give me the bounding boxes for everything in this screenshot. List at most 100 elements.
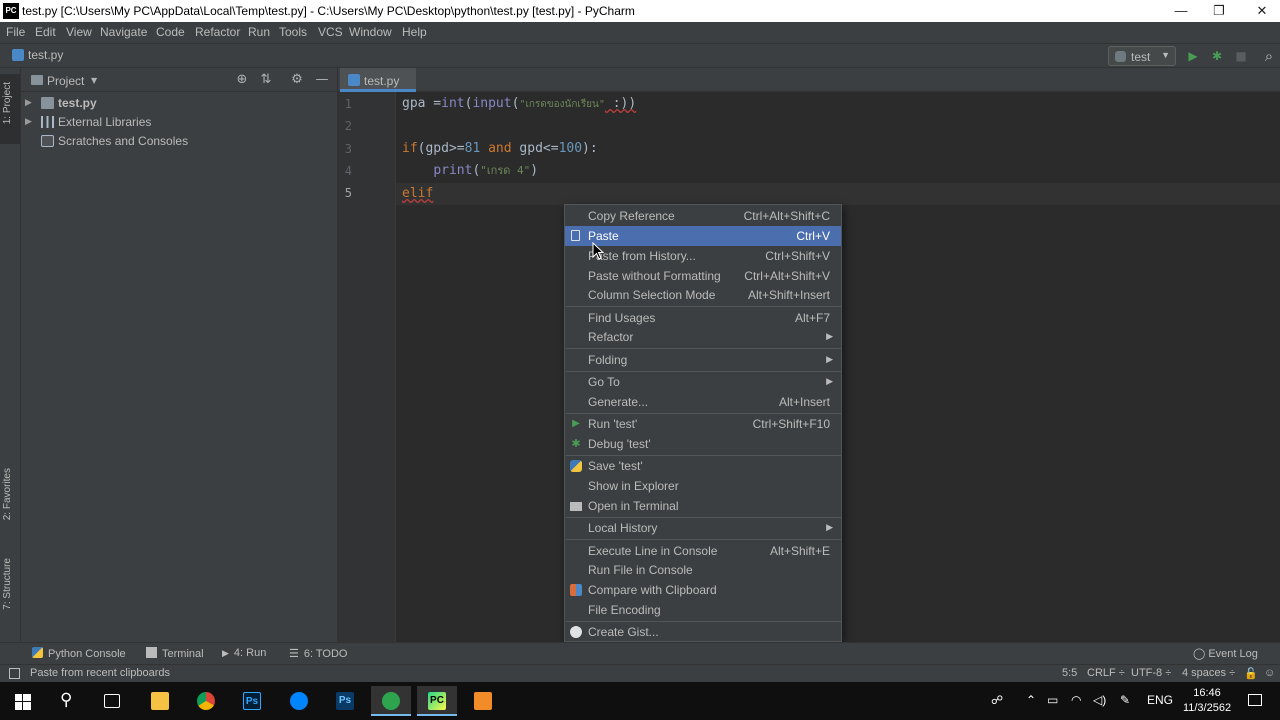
menu-item-local-history[interactable]: Local History ▶	[565, 518, 841, 538]
search-button[interactable]: ⚲	[48, 686, 88, 716]
chevron-down-icon[interactable]: ▼	[91, 76, 97, 85]
network-icon[interactable]: ◠	[1071, 693, 1081, 707]
line-separator-select[interactable]: CRLF ÷	[1087, 667, 1125, 679]
menu-item-run-file-in-console[interactable]: Run File in Console	[565, 560, 841, 580]
inspector-icon[interactable]: ☺	[1264, 667, 1275, 679]
menu-item-show-in-explorer[interactable]: Show in Explorer	[565, 476, 841, 496]
menu-item-paste[interactable]: Paste Ctrl+V	[565, 226, 841, 246]
menu-refactor[interactable]: Refactor	[195, 25, 240, 39]
tree-item-external-libraries[interactable]: ▶ External Libraries	[21, 113, 337, 132]
menu-run[interactable]: Run	[248, 25, 270, 39]
menu-window[interactable]: Window	[349, 25, 392, 39]
menu-view[interactable]: View	[66, 25, 92, 39]
menu-separator	[566, 348, 842, 349]
debug-button[interactable]: ✱	[1207, 46, 1227, 66]
menu-item-go-to[interactable]: Go To ▶	[565, 372, 841, 392]
locate-icon[interactable]: ⊕	[234, 72, 250, 88]
gear-icon[interactable]: ⚙	[289, 72, 305, 88]
menu-item-folding[interactable]: Folding ▶	[565, 350, 841, 370]
menu-tools[interactable]: Tools	[279, 25, 307, 39]
menu-item-refactor[interactable]: Refactor ▶	[565, 327, 841, 347]
collapse-all-icon[interactable]: ⇅	[258, 72, 274, 88]
favorites-tool-tab[interactable]: 2: Favorites	[0, 468, 20, 540]
messenger-button[interactable]	[279, 686, 319, 716]
encoding-select[interactable]: UTF-8 ÷	[1131, 667, 1171, 679]
menu-bar: File Edit View Navigate Code Refactor Ru…	[0, 22, 1280, 44]
menu-code[interactable]: Code	[156, 25, 185, 39]
menu-item-compare-with-clipboard[interactable]: Compare with Clipboard	[565, 580, 841, 600]
structure-tool-tab[interactable]: 7: Structure	[0, 558, 20, 630]
editor-tab-bar: test.py	[338, 68, 1280, 92]
terminal-tab[interactable]: Terminal	[146, 647, 204, 660]
breadcrumb[interactable]: test.py	[12, 48, 63, 62]
camtasia-button[interactable]	[371, 686, 411, 716]
chevron-up-icon[interactable]: ⌃	[1026, 693, 1036, 707]
menu-edit[interactable]: Edit	[35, 25, 56, 39]
menu-item-open-in-terminal[interactable]: Open in Terminal	[565, 496, 841, 516]
indent-select[interactable]: 4 spaces ÷	[1182, 667, 1235, 679]
menu-item-run-test[interactable]: ▶ Run 'test' Ctrl+Shift+F10	[565, 414, 841, 434]
app-button[interactable]	[463, 686, 503, 716]
code-line-4[interactable]: print("เกรด 4")	[402, 160, 538, 182]
python-console-tab[interactable]: Python Console	[32, 647, 126, 660]
menu-item-debug-test[interactable]: ✱ Debug 'test'	[565, 434, 841, 454]
battery-icon[interactable]: ▭	[1047, 693, 1058, 707]
menu-item-generate[interactable]: Generate... Alt+Insert	[565, 392, 841, 412]
pen-icon[interactable]: ✎	[1120, 693, 1130, 707]
menu-item-find-usages[interactable]: Find Usages Alt+F7	[565, 308, 841, 328]
pycharm-button[interactable]: PC	[417, 686, 457, 716]
clock[interactable]: 16:46 11/3/2562	[1180, 686, 1234, 716]
menu-item-copy-reference[interactable]: Copy Reference Ctrl+Alt+Shift+C	[565, 206, 841, 226]
menu-item-paste-from-history[interactable]: Paste from History... Ctrl+Shift+V	[565, 246, 841, 266]
volume-icon[interactable]: ◁)	[1093, 693, 1106, 707]
maximize-button[interactable]: ❐	[1196, 0, 1242, 22]
menu-item-file-encoding[interactable]: File Encoding	[565, 600, 841, 620]
run-tab[interactable]: ▶ 4: Run	[222, 647, 266, 659]
expand-arrow-icon[interactable]: ▶	[25, 97, 32, 108]
menu-item-execute-line-in-console[interactable]: Execute Line in Console Alt+Shift+E	[565, 541, 841, 561]
clock-time: 16:46	[1193, 687, 1221, 699]
code-keyword: if	[402, 141, 418, 156]
people-icon[interactable]: ☍	[991, 693, 1003, 707]
search-everywhere-button[interactable]: ⌕	[1259, 46, 1279, 66]
menu-item-save-test[interactable]: Save 'test'	[565, 456, 841, 476]
event-log-tab[interactable]: ◯ Event Log	[1193, 647, 1258, 660]
code-line-1[interactable]: gpa =int(input("เกรดของนักเรียน" :))	[402, 93, 636, 115]
project-panel-title[interactable]: Project	[47, 74, 84, 88]
menu-file[interactable]: File	[6, 25, 25, 39]
lock-icon[interactable]: 🔓	[1244, 667, 1258, 680]
task-view-button[interactable]	[93, 686, 133, 716]
code-line-5[interactable]: elif	[402, 183, 433, 205]
caret-position[interactable]: 5:5	[1062, 667, 1077, 679]
photoshop-button[interactable]: Ps	[232, 686, 272, 716]
event-log-label: Event Log	[1208, 648, 1258, 660]
menu-item-create-gist[interactable]: Create Gist...	[565, 622, 841, 642]
menu-vcs[interactable]: VCS	[318, 25, 343, 39]
tree-item-label: test.py	[58, 96, 97, 110]
menu-item-label: Compare with Clipboard	[588, 583, 717, 597]
todo-tab[interactable]: ☰ 6: TODO	[289, 647, 347, 660]
hide-panel-icon[interactable]: —	[314, 72, 330, 88]
tree-item-scratches[interactable]: Scratches and Consoles	[21, 132, 337, 151]
stop-button[interactable]: ■	[1231, 46, 1251, 66]
menu-help[interactable]: Help	[402, 25, 427, 39]
run-button[interactable]: ▶	[1183, 46, 1203, 66]
photoshop-2-button[interactable]: Ps	[325, 686, 365, 716]
code-line-3[interactable]: if(gpd>=81 and gpd<=100):	[402, 138, 598, 160]
bottom-tool-bar: Python Console Terminal ▶ 4: Run ☰ 6: TODO…	[0, 642, 1280, 664]
close-button[interactable]: ✕	[1239, 0, 1280, 22]
menu-item-column-selection-mode[interactable]: Column Selection Mode Alt+Shift+Insert	[565, 285, 841, 305]
file-explorer-button[interactable]	[140, 686, 180, 716]
expand-arrow-icon[interactable]: ▶	[25, 116, 32, 127]
start-button[interactable]	[2, 686, 42, 716]
tree-item-test-py[interactable]: ▶ test.py	[21, 94, 337, 113]
toggle-tool-windows-icon[interactable]	[9, 668, 20, 679]
menu-item-paste-without-formatting[interactable]: Paste without Formatting Ctrl+Alt+Shift+V	[565, 266, 841, 286]
editor-tab-test-py[interactable]: test.py	[340, 68, 416, 92]
project-tool-tab[interactable]: 1: Project	[0, 74, 20, 144]
notifications-icon[interactable]	[1248, 694, 1262, 706]
input-language[interactable]: ENG	[1147, 693, 1173, 707]
run-configuration-select[interactable]: test ▼	[1108, 46, 1176, 66]
menu-navigate[interactable]: Navigate	[100, 25, 147, 39]
chrome-button[interactable]	[186, 686, 226, 716]
